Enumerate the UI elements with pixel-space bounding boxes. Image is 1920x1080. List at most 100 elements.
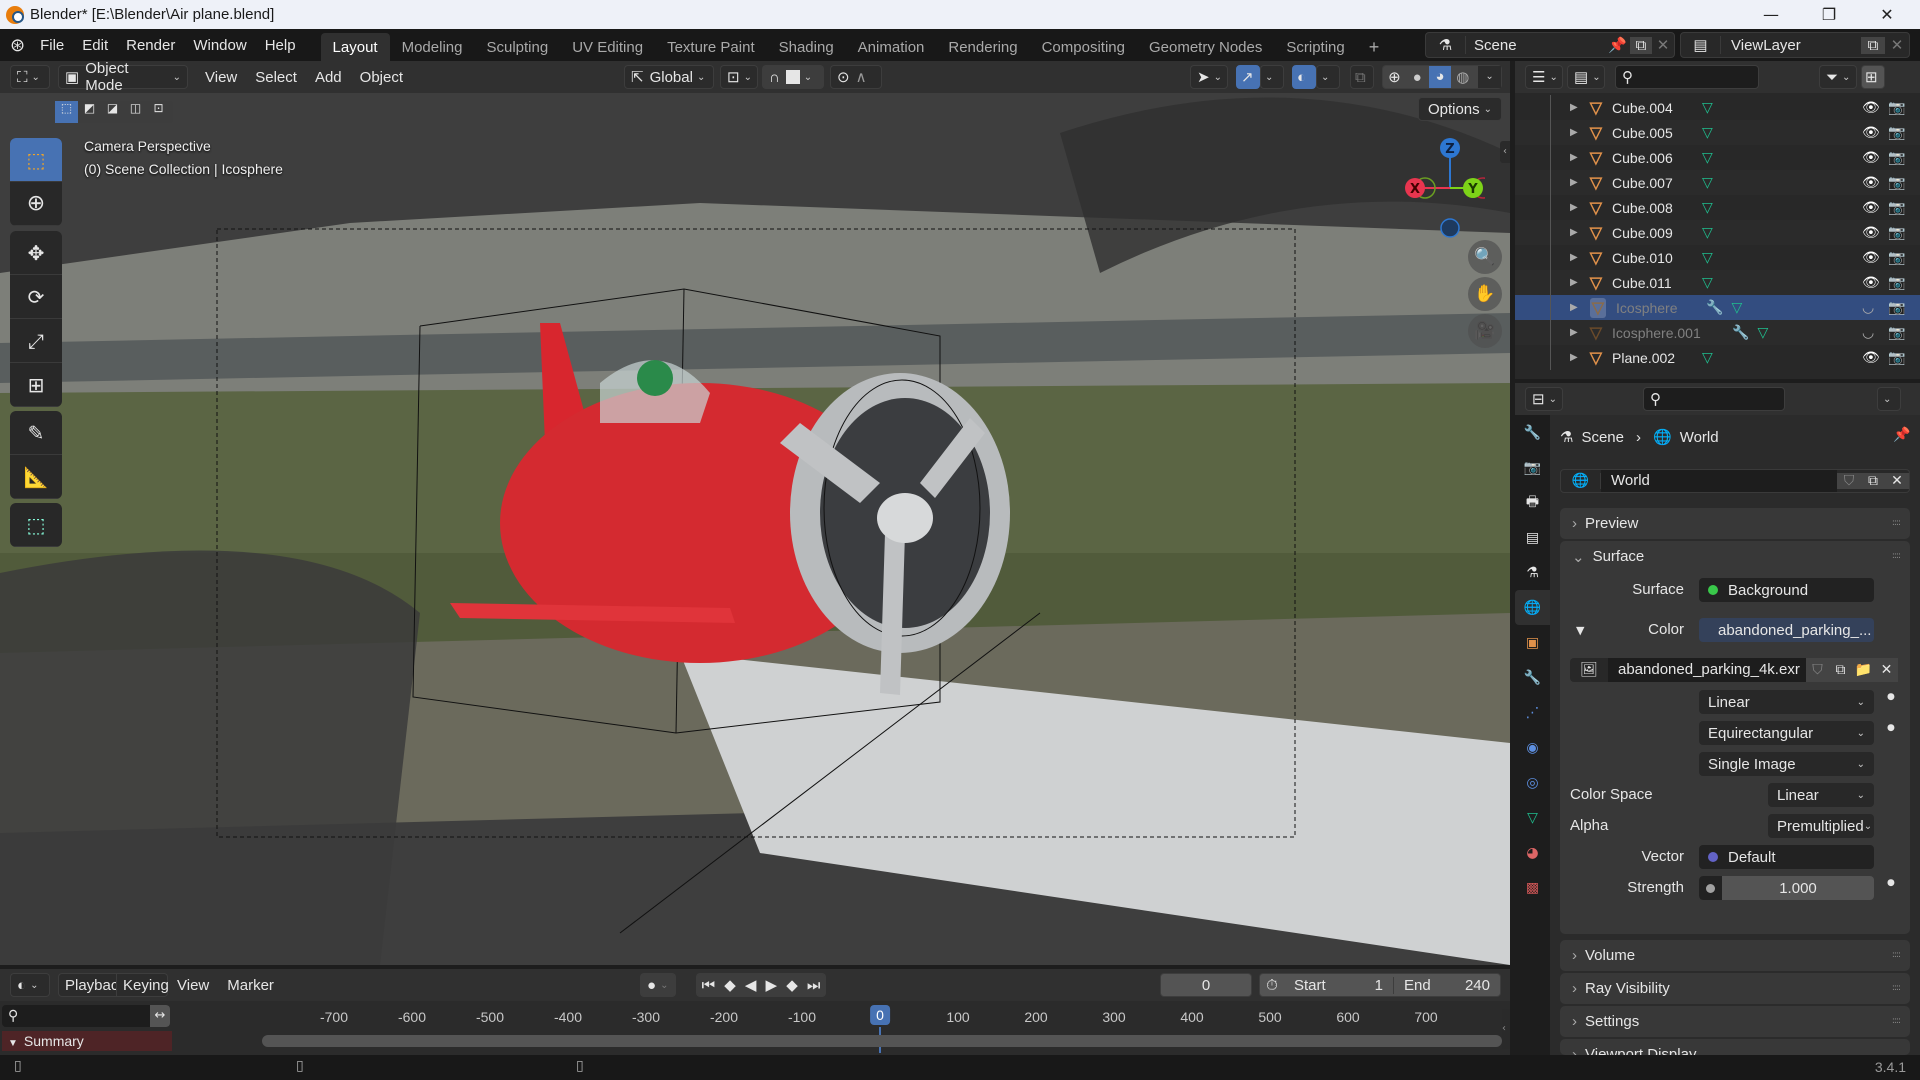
gizmo-neg-z-axis[interactable] — [1440, 218, 1460, 238]
display-mode-dropdown[interactable]: ▤ ⌄ — [1567, 65, 1605, 89]
eye-icon[interactable]: 👁 — [1862, 124, 1880, 141]
world-datablock-selector[interactable]: 🌐 World ⛉ ⧉ ✕ — [1560, 469, 1910, 493]
select-invert-icon[interactable]: ◫ — [124, 101, 147, 123]
playhead-frame-indicator[interactable]: 0 — [870, 1005, 890, 1025]
menu-view[interactable]: View — [196, 69, 246, 86]
xray-toggle[interactable]: ⧉ — [1350, 65, 1374, 89]
panel-settings[interactable]: › Settings :::: — [1560, 1006, 1910, 1037]
render-camera-icon[interactable]: 📷 — [1888, 324, 1905, 341]
object-name[interactable]: Cube.011 — [1612, 275, 1702, 291]
keyframe-dot-icon[interactable]: ● — [1887, 723, 1895, 733]
3d-viewport[interactable]: ⬚ ◩ ◪ ◫ ⊡ Camera Perspective (0) Scene C… — [0, 93, 1510, 965]
close-window-button[interactable]: ✕ — [1858, 0, 1916, 29]
object-name[interactable]: Plane.002 — [1612, 350, 1702, 366]
select-intersect-icon[interactable]: ⊡ — [147, 101, 170, 123]
tab-material[interactable]: ◕ — [1515, 835, 1550, 870]
object-name[interactable]: Icosphere.001 — [1612, 325, 1732, 341]
expand-arrow-icon[interactable]: ▶ — [1570, 227, 1578, 238]
mode-dropdown[interactable]: ▣ Object Mode ⌄ — [58, 60, 188, 94]
image-name-field[interactable]: abandoned_parking_4k.exr — [1608, 658, 1806, 682]
eye-closed-icon[interactable]: ◡ — [1862, 324, 1874, 341]
menu-select[interactable]: Select — [246, 69, 306, 86]
tab-sculpting[interactable]: Sculpting — [474, 33, 560, 61]
mesh-data-icon[interactable]: ▽ — [1702, 274, 1713, 291]
image-datablock-selector[interactable]: 🖼 abandoned_parking_4k.exr ⛉ ⧉ 📁 ✕ — [1570, 658, 1898, 682]
expand-arrow-icon[interactable]: ▶ — [1570, 252, 1578, 263]
render-camera-icon[interactable]: 📷 — [1888, 249, 1905, 266]
strength-field[interactable]: 1.000 — [1699, 876, 1874, 900]
modifier-wrench-icon[interactable]: 🔧 — [1732, 324, 1749, 341]
properties-editor-type[interactable]: ⊟ ⌄ — [1525, 387, 1563, 411]
expand-arrow-icon[interactable]: ▶ — [1570, 302, 1578, 313]
gizmo-toggle[interactable]: ↗ — [1236, 65, 1260, 89]
menu-help[interactable]: Help — [256, 37, 305, 54]
select-new-icon[interactable]: ⬚ — [55, 101, 78, 123]
drag-grip-icon[interactable]: :::: — [1892, 1016, 1901, 1026]
tool-scale[interactable]: ⤢ — [10, 319, 62, 363]
outliner-row[interactable]: ▶ ▽ Cube.007 ▽ 👁 📷 — [1515, 170, 1920, 195]
color-space-dropdown[interactable]: Linear ⌄ — [1768, 783, 1874, 807]
keyframe-dot-icon[interactable]: ● — [1887, 692, 1895, 702]
gizmo-dropdown[interactable]: ⌄ — [1260, 65, 1284, 89]
overlays-toggle[interactable]: ◐ — [1292, 65, 1316, 89]
drag-grip-icon[interactable]: :::: — [1892, 983, 1901, 993]
render-camera-icon[interactable]: 📷 — [1888, 224, 1905, 241]
add-workspace-button[interactable]: + — [1357, 33, 1392, 61]
duplicate-image-icon[interactable]: ⧉ — [1829, 658, 1852, 682]
timeline-scrollbar[interactable] — [262, 1035, 1502, 1047]
tab-scripting[interactable]: Scripting — [1274, 33, 1356, 61]
render-camera-icon[interactable]: 📷 — [1888, 299, 1905, 316]
mesh-data-icon[interactable]: ▽ — [1702, 174, 1713, 191]
tab-constraints[interactable]: ◎ — [1515, 765, 1550, 800]
outliner-row[interactable]: ▶ ▽ Cube.009 ▽ 👁 📷 — [1515, 220, 1920, 245]
outliner-row[interactable]: ▶ ▽ Cube.006 ▽ 👁 📷 — [1515, 145, 1920, 170]
render-camera-icon[interactable]: 📷 — [1888, 349, 1905, 366]
tab-scene[interactable]: ⚗ — [1515, 555, 1550, 590]
drag-grip-icon[interactable]: :::: — [1892, 950, 1901, 960]
tab-texture-paint[interactable]: Texture Paint — [655, 33, 767, 61]
mesh-data-icon[interactable]: ▽ — [1702, 199, 1713, 216]
panel-viewport-display[interactable]: › Viewport Display — [1560, 1039, 1910, 1055]
select-subtract-icon[interactable]: ◪ — [101, 101, 124, 123]
eye-icon[interactable]: 👁 — [1862, 99, 1880, 116]
timeline-sidebar-toggle[interactable]: ‹ — [1502, 1009, 1510, 1049]
object-name[interactable]: Cube.008 — [1612, 200, 1702, 216]
render-camera-icon[interactable]: 📷 — [1888, 124, 1905, 141]
tab-view-layer[interactable]: ▤ — [1515, 520, 1550, 555]
tab-animation[interactable]: Animation — [846, 33, 937, 61]
color-texture-field[interactable]: abandoned_parking_... — [1699, 618, 1874, 642]
shading-dropdown[interactable]: ⌄ — [1478, 66, 1501, 88]
properties-options-dropdown[interactable]: ⌄ — [1877, 387, 1901, 411]
expand-arrow-icon[interactable]: ▶ — [1570, 127, 1578, 138]
outliner-row[interactable]: ▶ ▽ Cube.010 ▽ 👁 📷 — [1515, 245, 1920, 270]
open-folder-icon[interactable]: 📁 — [1852, 658, 1875, 682]
tab-layout[interactable]: Layout — [320, 33, 390, 61]
expand-arrow-icon[interactable]: ▶ — [1570, 277, 1578, 288]
panel-volume[interactable]: › Volume :::: — [1560, 940, 1910, 971]
alpha-mode-dropdown[interactable]: Premultiplied ⌄ — [1768, 814, 1874, 838]
object-name[interactable]: Cube.006 — [1612, 150, 1702, 166]
expand-arrow-icon[interactable]: ▶ — [1570, 202, 1578, 213]
fake-user-shield-icon[interactable]: ⛉ — [1837, 473, 1861, 489]
camera-view-button[interactable]: 🎥 — [1468, 314, 1502, 348]
expand-arrow-icon[interactable]: ▶ — [1570, 177, 1578, 188]
selectability-dropdown[interactable]: ➤ ⌄ — [1190, 65, 1228, 89]
eye-icon[interactable]: 👁 — [1862, 149, 1880, 166]
eye-icon[interactable]: 👁 — [1862, 274, 1880, 291]
panel-preview[interactable]: › Preview :::: — [1560, 508, 1910, 539]
object-name[interactable]: Cube.009 — [1612, 225, 1702, 241]
blender-menu-icon[interactable]: ⊛ — [10, 35, 25, 56]
pin-icon[interactable]: 📌 — [1608, 36, 1630, 54]
outliner-row[interactable]: ▶ ▽ Icosphere.001 🔧 ▽ ◡ 📷 — [1515, 320, 1920, 345]
expand-arrow-icon[interactable]: ▶ — [1570, 352, 1578, 363]
unlink-world-icon[interactable]: ✕ — [1885, 473, 1909, 489]
tab-output[interactable]: 🖶 — [1515, 485, 1550, 520]
overlays-dropdown[interactable]: ⌄ — [1316, 65, 1340, 89]
drag-grip-icon[interactable]: :::: — [1892, 551, 1901, 561]
scene-selector[interactable]: ⚗ Scene 📌 ⧉ ✕ — [1425, 32, 1675, 58]
outliner-search-input[interactable]: ⚲ — [1615, 65, 1759, 89]
menu-add[interactable]: Add — [306, 69, 351, 86]
proportional-edit-toggle[interactable]: ⊙ ∧ — [830, 65, 883, 89]
sidebar-toggle[interactable]: ‹ — [1500, 141, 1510, 163]
outliner-row[interactable]: ▶ ▽ Cube.011 ▽ 👁 📷 — [1515, 270, 1920, 295]
